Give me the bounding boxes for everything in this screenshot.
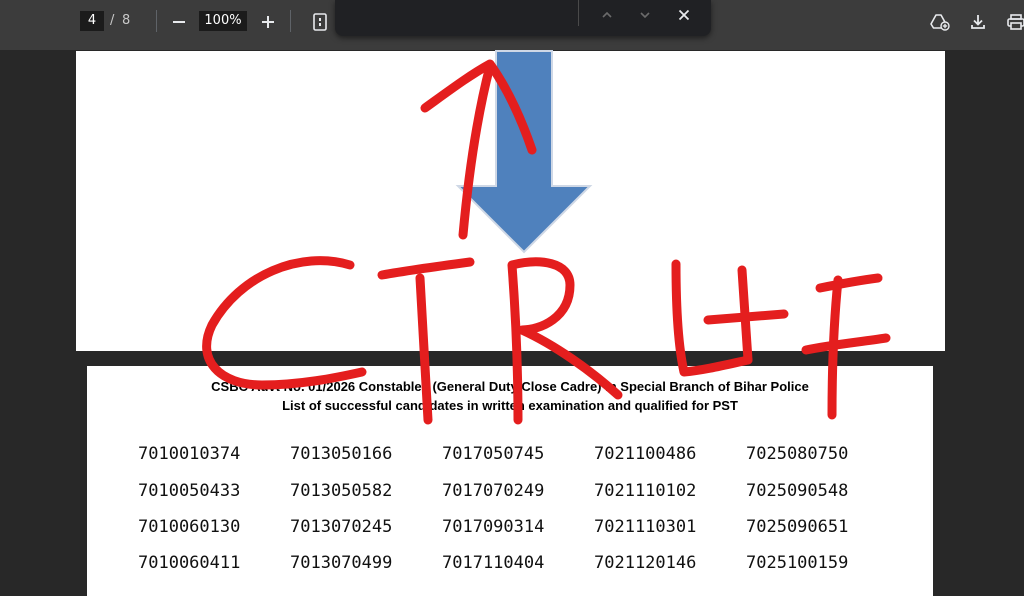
letter-r	[507, 257, 623, 425]
letter-t-bar	[377, 257, 475, 280]
letter-f-top	[815, 273, 883, 293]
annotation-overlay	[202, 50, 891, 425]
blue-down-arrow	[455, 50, 593, 254]
letter-t-stem	[415, 273, 433, 425]
plus-sign-horizontal	[703, 309, 789, 325]
letter-f-middle	[801, 333, 891, 355]
letter-c	[202, 256, 367, 390]
